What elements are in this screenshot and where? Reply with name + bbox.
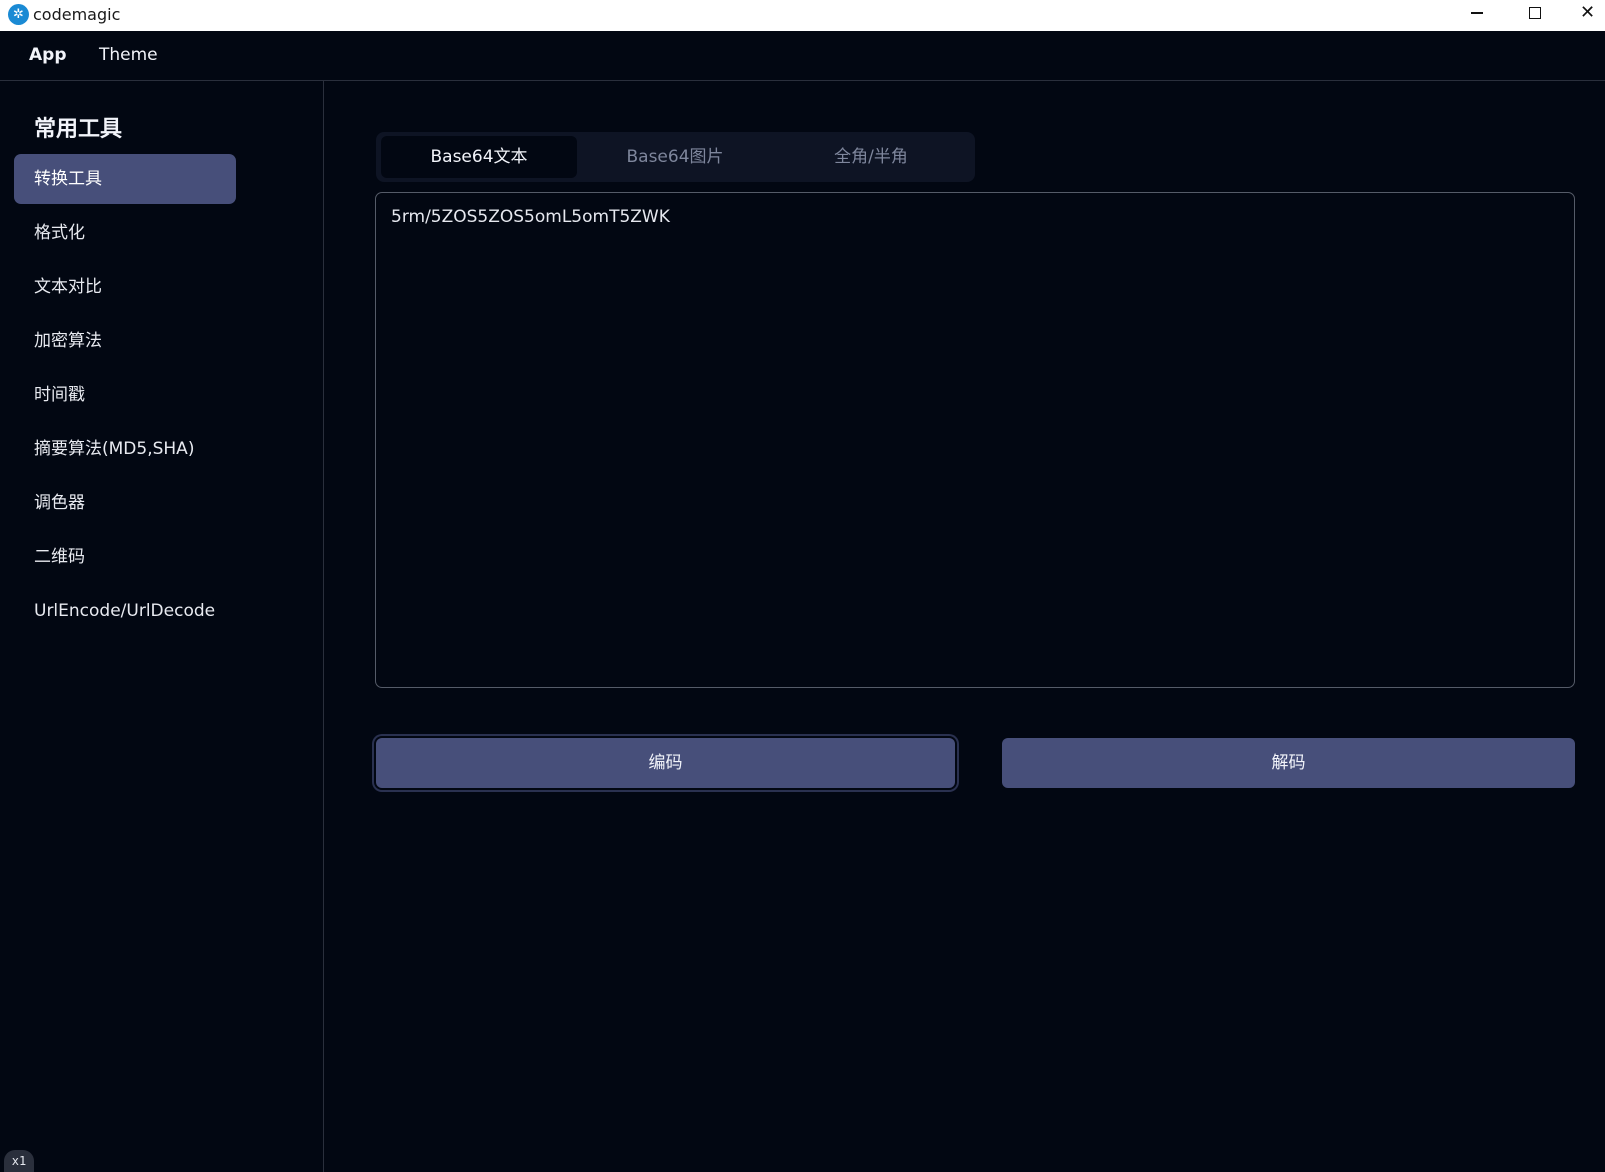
codemagic-logo-icon: ✲ [8, 4, 29, 25]
tab-bar: Base64文本 Base64图片 全角/半角 [376, 132, 975, 182]
tab-base64-image[interactable]: Base64图片 [577, 136, 773, 178]
zoom-badge: x1 [4, 1150, 34, 1172]
sidebar-title: 常用工具 [34, 117, 123, 142]
menu-bar: App Theme [0, 31, 1605, 81]
title-bar: ✲ codemagic ✕ [0, 0, 1605, 31]
tab-base64-text[interactable]: Base64文本 [381, 136, 577, 178]
sidebar-item-format[interactable]: 格式化 [14, 208, 236, 258]
base64-input[interactable]: 5rm/5ZOS5ZOS5omL5omT5ZWK [375, 192, 1575, 688]
minimize-button[interactable] [1454, 0, 1500, 26]
minimize-icon [1471, 12, 1483, 14]
sidebar-item-urlencode[interactable]: UrlEncode/UrlDecode [14, 586, 236, 636]
main-panel: Base64文本 Base64图片 全角/半角 5rm/5ZOS5ZOS5omL… [324, 81, 1605, 1172]
sidebar-item-color-picker[interactable]: 调色器 [14, 478, 236, 528]
sidebar-item-text-diff[interactable]: 文本对比 [14, 262, 236, 312]
maximize-button[interactable] [1512, 0, 1558, 26]
sidebar: 常用工具 转换工具 格式化 文本对比 加密算法 时间戳 摘要算法(MD5,SHA… [0, 81, 324, 1172]
close-icon: ✕ [1579, 2, 1596, 23]
encode-button[interactable]: 编码 [376, 738, 955, 788]
sidebar-item-qrcode[interactable]: 二维码 [14, 532, 236, 582]
sidebar-item-convert-tools[interactable]: 转换工具 [14, 154, 236, 204]
menu-app[interactable]: App [29, 43, 67, 67]
menu-theme[interactable]: Theme [99, 43, 158, 67]
maximize-icon [1529, 7, 1541, 19]
sidebar-item-digest[interactable]: 摘要算法(MD5,SHA) [14, 424, 236, 474]
tab-fullwidth-halfwidth[interactable]: 全角/半角 [773, 136, 969, 178]
sidebar-item-encryption[interactable]: 加密算法 [14, 316, 236, 366]
close-button[interactable]: ✕ [1570, 0, 1605, 26]
window-title: codemagic [33, 5, 121, 24]
decode-button[interactable]: 解码 [1002, 738, 1575, 788]
sidebar-item-timestamp[interactable]: 时间戳 [14, 370, 236, 420]
